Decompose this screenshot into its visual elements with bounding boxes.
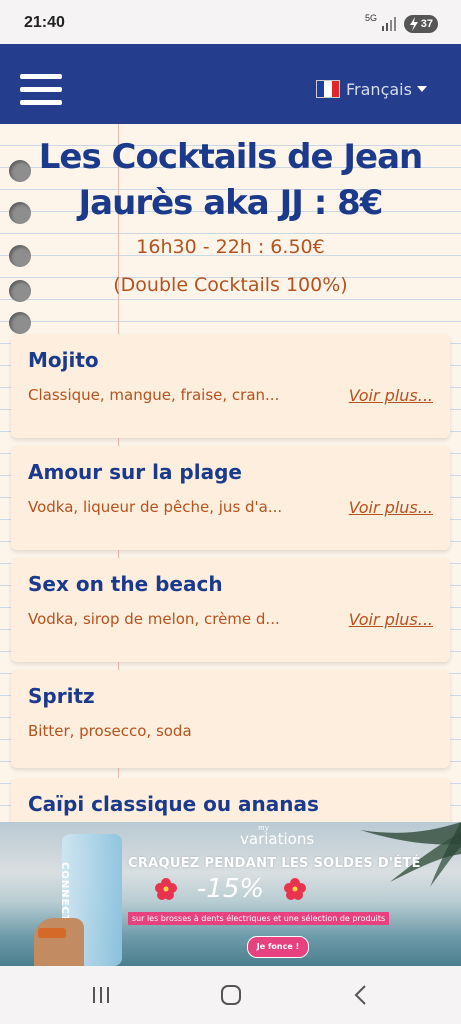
status-time: 21:40 xyxy=(24,14,65,31)
cocktail-name: Sex on the beach xyxy=(28,572,223,596)
network-type-icon: 5G xyxy=(365,13,378,23)
france-flag-icon xyxy=(316,80,340,98)
ad-note: sur les brosses à dents électriques et u… xyxy=(0,912,461,925)
cocktail-name: Spritz xyxy=(28,684,95,708)
cocktail-card[interactable]: Caïpi classique ou ananas xyxy=(11,778,450,822)
cocktail-description: Bitter, prosecco, soda xyxy=(28,722,192,740)
see-more-link[interactable]: Voir plus... xyxy=(349,610,433,629)
binder-hole xyxy=(9,312,31,334)
cocktail-description: Vodka, sirop de melon, crème d... xyxy=(28,610,280,628)
cocktail-card[interactable]: Sex on the beach Vodka, sirop de melon, … xyxy=(11,558,450,662)
happy-hour-price: 16h30 - 22h : 6.50€ xyxy=(136,236,325,258)
bracelet-image xyxy=(38,928,66,938)
brand-logo: variations xyxy=(240,830,315,848)
promo-line: -15% xyxy=(0,874,461,904)
system-nav-bar xyxy=(0,966,461,1024)
language-selector[interactable]: Français xyxy=(316,78,427,100)
ad-banner[interactable]: CONNECT my variations CRAQUEZ PENDANT LE… xyxy=(0,822,461,966)
back-icon[interactable] xyxy=(348,982,374,1008)
price-note: (Double Cocktails 100%) xyxy=(113,274,348,296)
caret-down-icon xyxy=(416,86,427,92)
hibiscus-icon xyxy=(284,878,307,900)
hibiscus-icon xyxy=(154,878,177,900)
signal-icon xyxy=(382,17,396,31)
cocktail-description: Classique, mangue, fraise, cran... xyxy=(28,386,280,404)
battery-icon: 37 xyxy=(404,15,438,33)
ad-headline: CRAQUEZ PENDANT LES SOLDES D'ÉTÉ xyxy=(128,856,421,871)
menu-icon[interactable] xyxy=(20,74,62,106)
cocktail-card[interactable]: Amour sur la plage Vodka, liqueur de pêc… xyxy=(11,446,450,550)
charging-icon xyxy=(410,17,418,31)
cocktail-name: Mojito xyxy=(28,348,99,372)
status-bar: 21:40 5G 37 xyxy=(0,0,461,44)
hand-image xyxy=(34,918,84,966)
ad-cta-button[interactable]: Je fonce ! xyxy=(247,936,309,958)
page-title: Les Cocktails de Jean Jaurès aka JJ : 8€ xyxy=(38,137,424,223)
language-label: Français xyxy=(346,79,412,99)
menu-page[interactable]: Les Cocktails de Jean Jaurès aka JJ : 8€… xyxy=(0,124,461,822)
battery-level: 37 xyxy=(420,18,433,30)
recent-apps-icon[interactable] xyxy=(88,982,114,1008)
cocktail-card[interactable]: Spritz Bitter, prosecco, soda xyxy=(11,670,450,768)
discount-text: -15% xyxy=(196,874,265,904)
cocktail-name: Caïpi classique ou ananas xyxy=(28,792,319,816)
see-more-link[interactable]: Voir plus... xyxy=(349,498,433,517)
cocktail-name: Amour sur la plage xyxy=(28,460,242,484)
cocktail-description: Vodka, liqueur de pêche, jus d'a... xyxy=(28,498,283,516)
app-header: Français xyxy=(0,44,461,124)
cocktail-card[interactable]: Mojito Classique, mangue, fraise, cran..… xyxy=(11,334,450,438)
home-icon[interactable] xyxy=(218,982,244,1008)
see-more-link[interactable]: Voir plus... xyxy=(349,386,433,405)
